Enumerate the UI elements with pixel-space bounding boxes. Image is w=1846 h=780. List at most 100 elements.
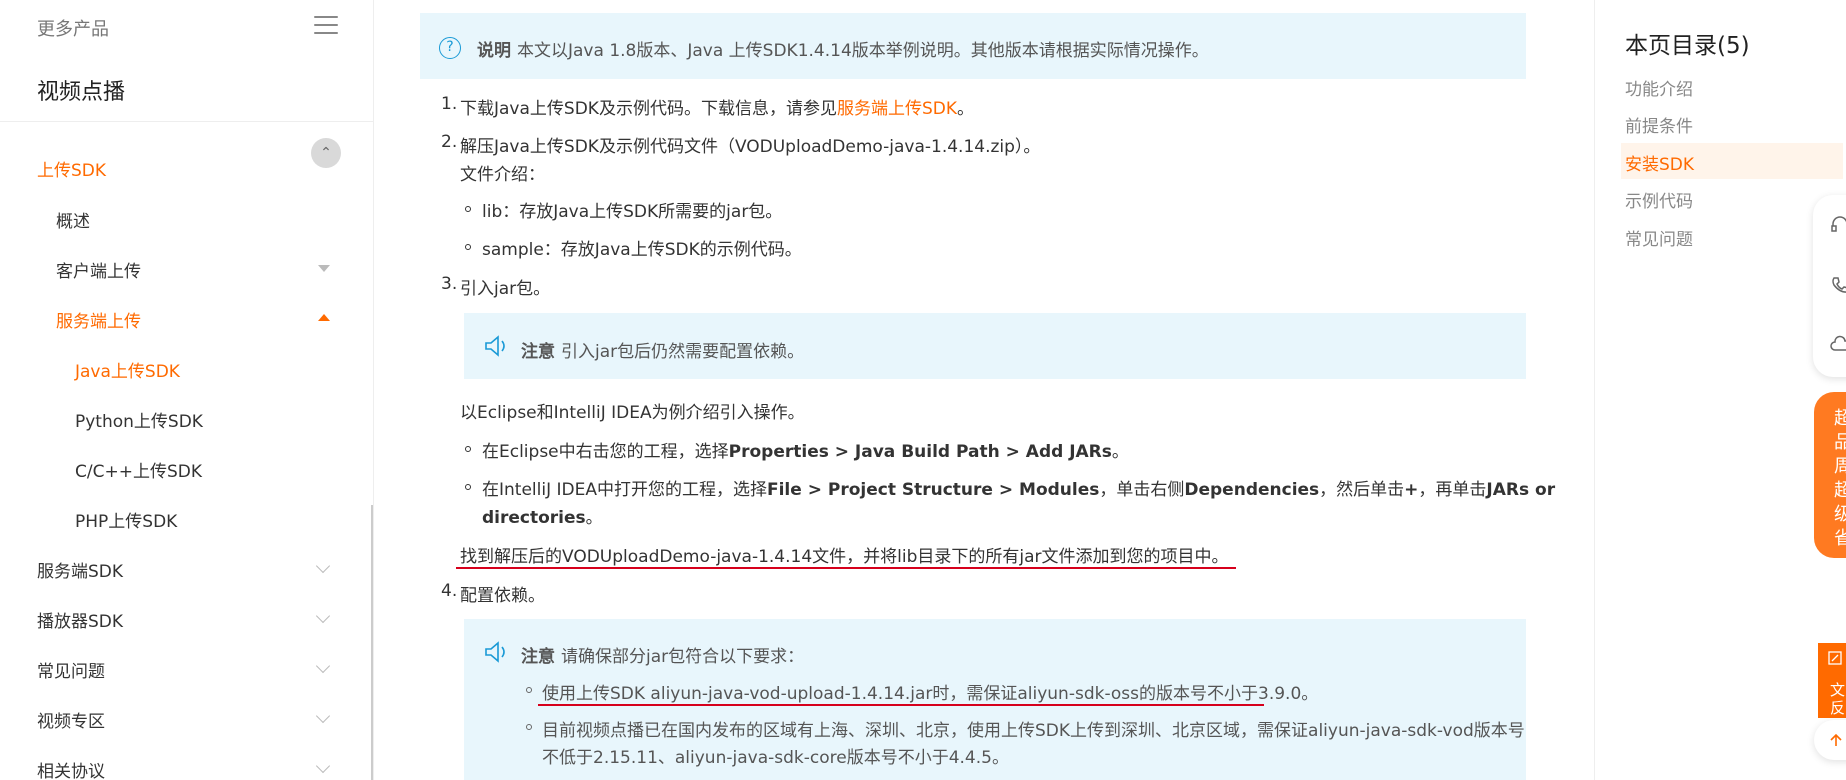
caret-up-icon — [318, 314, 330, 321]
toc-item-features[interactable]: 功能介绍 — [1625, 68, 1846, 104]
sidebar-item-cpp-sdk[interactable]: C/C++上传SDK — [0, 443, 373, 493]
collapse-up-icon[interactable]: ⌃ — [311, 138, 341, 168]
menu-path: JARs or — [1486, 480, 1556, 500]
intro-text: 以Eclipse和IntelliJ IDEA为例介绍引入操作。 — [460, 403, 805, 423]
sidebar-item-label: 播放器SDK — [37, 612, 124, 632]
sidebar-item-label: C/C++上传SDK — [75, 462, 202, 482]
text-segment: 在IntelliJ IDEA中打开您的工程，选择 — [482, 480, 767, 500]
cloud-icon[interactable] — [1830, 335, 1846, 355]
toc-item-prerequisites[interactable]: 前提条件 — [1625, 105, 1846, 141]
toc-item-label: 常见问题 — [1625, 230, 1693, 250]
chevron-down-icon — [315, 558, 331, 574]
sidebar-item-python-sdk[interactable]: Python上传SDK — [0, 393, 373, 443]
chevron-down-icon — [315, 658, 331, 674]
step1-text-main: 下载Java上传SDK及示例代码。下载信息，请参见 — [460, 99, 837, 119]
step3-text: 引入jar包。 — [460, 279, 551, 299]
more-products-link[interactable]: 更多产品 — [37, 15, 109, 41]
list-item: sample：存放Java上传SDK的示例代码。 — [482, 240, 802, 260]
sidebar-item-server-upload[interactable]: 服务端上传 — [0, 293, 373, 343]
bullet-dot — [465, 484, 471, 490]
doc-feedback-button[interactable]: 文 反 — [1818, 643, 1846, 718]
menu-path: Dependencies — [1184, 480, 1320, 500]
step1-text-end: 。 — [956, 99, 974, 119]
step-number: 2. — [441, 132, 458, 152]
promo-char: 级 — [1834, 504, 1846, 525]
chevron-down-icon — [315, 758, 331, 774]
question-circle-icon: ? — [439, 37, 461, 59]
promo-char: 省 — [1834, 528, 1846, 549]
bullet-dot — [526, 687, 532, 693]
edit-icon — [1828, 651, 1842, 665]
sidebar-item-label: PHP上传SDK — [75, 512, 178, 532]
product-title[interactable]: 视频点播 — [37, 74, 125, 106]
phone-icon[interactable] — [1830, 275, 1846, 295]
menu-path: Properties > Java Build Path > Add JARs — [728, 442, 1112, 462]
eclipse-instruction: 在Eclipse中右击您的工程，选择Properties > Java Buil… — [482, 437, 1129, 462]
speaker-icon — [485, 335, 505, 357]
step4-text: 配置依赖。 — [460, 586, 545, 606]
toc-item-label: 前提条件 — [1625, 117, 1693, 137]
red-underline-annotation — [456, 567, 1236, 569]
bullet-dot — [465, 446, 471, 452]
idea-instruction: 在IntelliJ IDEA中打开您的工程，选择File > Project S… — [482, 475, 1555, 500]
sidebar-item-label: Java上传SDK — [75, 362, 180, 382]
text-segment: ，然后单击 — [1319, 480, 1405, 500]
step2-subtitle: 文件介绍： — [460, 165, 545, 185]
list-item: 使用上传SDK aliyun-java-vod-upload-1.4.14.ja… — [542, 684, 1319, 704]
sidebar-item-agreements[interactable]: 相关协议 — [0, 743, 373, 780]
sidebar-item-label: 常见问题 — [37, 662, 105, 682]
sidebar-item-faq[interactable]: 常见问题 — [0, 643, 373, 693]
headset-icon[interactable] — [1830, 215, 1846, 235]
sidebar-item-overview[interactable]: 概述 — [0, 193, 373, 243]
sidebar-item-php-sdk[interactable]: PHP上传SDK — [0, 493, 373, 543]
server-upload-sdk-link[interactable]: 服务端上传SDK — [837, 99, 957, 119]
menu-path: File > Project Structure > Modules — [766, 480, 1100, 500]
note-text: 请确保部分jar包符合以下要求： — [561, 647, 805, 667]
sidebar-item-player-sdk[interactable]: 播放器SDK — [0, 593, 373, 643]
sidebar-item-video-zone[interactable]: 视频专区 — [0, 693, 373, 743]
toc-item-install-sdk[interactable]: 安装SDK — [1621, 143, 1843, 179]
floating-contact-panel — [1813, 195, 1846, 377]
step1-text: 下载Java上传SDK及示例代码。下载信息，请参见服务端上传SDK。 — [460, 94, 974, 119]
sidebar-header: 更多产品 — [0, 0, 373, 52]
sidebar-item-label: 服务端SDK — [37, 562, 124, 582]
sidebar-item-label: 相关协议 — [37, 762, 105, 780]
page-root: 更多产品 视频点播 上传SDK ⌃ 概述 客户端上传 服务端上传 Java上传S… — [0, 0, 1846, 780]
sidebar-title-area: 视频点播 — [0, 52, 373, 122]
chevron-down-icon — [315, 708, 331, 724]
sidebar-item-label: 客户端上传 — [56, 262, 141, 282]
promo-char: 周 — [1834, 456, 1846, 477]
text-segment: 在Eclipse中右击您的工程，选择 — [482, 442, 729, 462]
step2-text: 解压Java上传SDK及示例代码文件（VODUploadDemo-java-1.… — [460, 137, 1041, 157]
speaker-icon — [485, 641, 505, 663]
sidebar-item-java-sdk[interactable]: Java上传SDK — [0, 343, 373, 393]
list-item-cont: 不低于2.15.11、aliyun-java-sdk-core版本号不小于4.4… — [542, 748, 1009, 768]
text-segment: 。 — [1111, 442, 1129, 462]
sidebar-item-server-sdk[interactable]: 服务端SDK — [0, 543, 373, 593]
bullet-dot — [465, 244, 471, 250]
sidebar-item-label: Python上传SDK — [75, 412, 203, 432]
sidebar-item-client-upload[interactable]: 客户端上传 — [0, 243, 373, 293]
list-item: lib：存放Java上传SDK所需要的jar包。 — [482, 202, 783, 222]
note-text: 引入jar包后仍然需要配置依赖。 — [561, 342, 805, 362]
menu-path: + — [1404, 480, 1419, 500]
promo-char: 超 — [1834, 408, 1846, 429]
text-segment: ，再单击 — [1418, 480, 1487, 500]
chevron-down-icon — [315, 608, 331, 624]
toc-item-label: 功能介绍 — [1625, 80, 1693, 100]
promo-char: 超 — [1834, 480, 1846, 501]
hamburger-menu-icon[interactable] — [314, 16, 338, 36]
note-label: 注意 — [521, 342, 555, 362]
toc-item-label: 示例代码 — [1625, 192, 1693, 212]
back-to-top-button[interactable] — [1814, 720, 1846, 760]
feedback-char: 反 — [1830, 699, 1846, 717]
page-toc: 本页目录(5) 功能介绍 前提条件 安装SDK 示例代码 常见问题 — [1594, 0, 1846, 780]
note-label: 注意 — [521, 647, 555, 667]
sidebar-item-label: 上传SDK — [37, 161, 107, 178]
toc-title: 本页目录(5) — [1625, 33, 1750, 59]
promo-banner[interactable]: 超 品 周 超 级 省 — [1814, 392, 1846, 558]
step-number: 4. — [441, 581, 458, 601]
find-files-text: 找到解压后的VODUploadDemo-java-1.4.14文件，并将lib目… — [460, 547, 1229, 567]
sidebar: 更多产品 视频点播 上传SDK ⌃ 概述 客户端上传 服务端上传 Java上传S… — [0, 0, 374, 780]
idea-instruction-cont: directories。 — [482, 503, 603, 528]
